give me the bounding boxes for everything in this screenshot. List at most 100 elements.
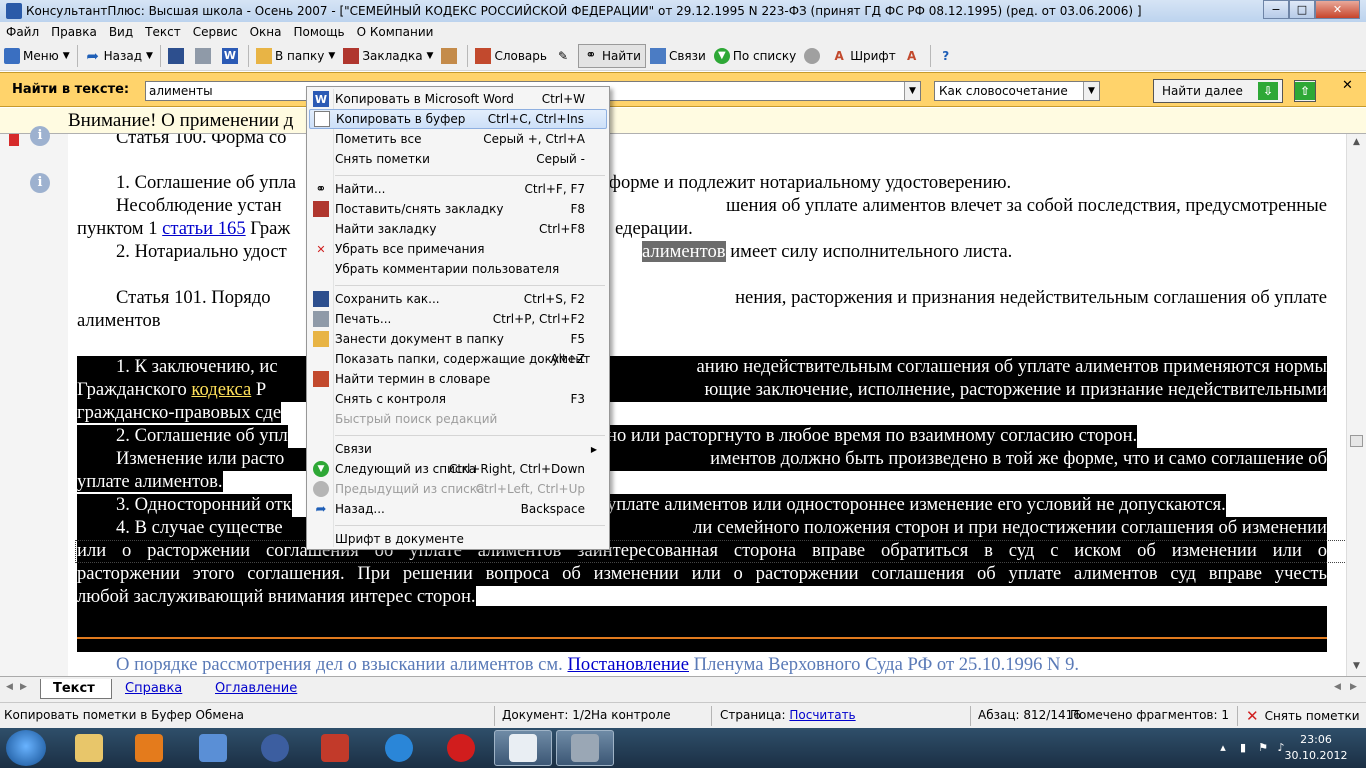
taskbar-ccleaner[interactable] [306,730,364,766]
arrow-down-icon: ⇩ [1258,82,1278,100]
menu-item-remove-notes[interactable]: ✕ Убрать все примечания [309,239,607,259]
reference-note: О порядке рассмотрения дел о взыскании а… [116,654,1080,675]
taskbar-ie[interactable] [370,730,428,766]
menu-item-find[interactable]: ⚭ Найти... Ctrl+F, F7 [309,179,607,199]
menu-windows[interactable]: Окна [244,25,288,39]
find-label: Найти [601,48,641,63]
civil-code-link[interactable]: кодекса [191,379,251,400]
tray-flag-icon[interactable]: ⚑ [1256,741,1270,755]
tray-network-icon[interactable]: ▮ [1236,741,1250,755]
scroll-thumb[interactable] [1350,435,1363,447]
close-button[interactable]: ✕ [1315,0,1360,19]
app-icon [6,3,22,19]
minimize-button[interactable]: − [1263,0,1289,19]
vertical-scrollbar[interactable]: ▲ ▼ [1346,134,1366,676]
prev-button[interactable] [800,44,827,68]
menu-service[interactable]: Сервис [187,25,244,39]
menu-item-show-folders[interactable]: Показать папки, содержащие документ Alt+Z [309,349,607,369]
menu-item-mark-all[interactable]: Пометить все Серый +, Ctrl+A [309,129,607,149]
menu-item-next-in-list[interactable]: ▼ Следующий из списка Ctrl+Right, Ctrl+Do… [309,459,607,479]
help-button[interactable]: ? [934,44,961,68]
menu-item-toggle-bookmark[interactable]: Поставить/снять закладку F8 [309,199,607,219]
menu-item-links[interactable]: Связи ▶ [309,439,607,459]
links-button[interactable]: Связи [646,44,710,68]
resolution-link[interactable]: Постановление [567,654,689,675]
font-button[interactable]: A Шрифт [827,44,900,68]
menu-help[interactable]: Помощь [287,25,350,39]
start-button[interactable] [6,730,46,766]
by-list-button[interactable]: ▼ По списку [710,44,800,68]
tray-expand-icon[interactable]: ▴ [1216,741,1230,755]
taskbar-explorer[interactable] [60,730,118,766]
close-icon[interactable]: ✕ [1342,78,1353,93]
chevron-down-icon[interactable]: ▼ [1083,82,1099,100]
menu-item-remove-user-comments[interactable]: Убрать комментарии пользователя [309,259,607,279]
menu-item-find-term[interactable]: Найти термин в словаре [309,369,607,389]
copy-button[interactable] [437,44,464,68]
menu-item-document-font[interactable]: Шрифт в документе [309,529,607,549]
menu-button[interactable]: Меню ▼ [0,44,74,68]
search-mode-select[interactable]: Как словосочетание ▼ [934,81,1100,101]
save-button[interactable] [164,44,191,68]
remove-marks-button[interactable]: ✕ Снять пометки [1242,705,1362,727]
prev-icon [804,47,821,64]
info-icon[interactable]: i [30,173,50,193]
scroll-up-icon[interactable]: ▲ [1347,134,1366,151]
chevron-down-icon[interactable]: ▼ [904,82,920,100]
hscroll-right-icon[interactable]: ▶ [1350,682,1357,692]
flag-icon[interactable] [9,134,19,146]
save-icon [167,47,184,64]
clock-date[interactable]: 30.10.2012 [1284,749,1348,762]
bookmark-button[interactable]: Закладка ▼ [339,44,437,68]
menu-edit[interactable]: Правка [45,25,103,39]
find-next-button[interactable]: Найти далее ⇩ [1153,79,1283,103]
menu-item-copy-to-word[interactable]: W Копировать в Microsoft Word Ctrl+W [309,89,607,109]
chevron-down-icon: ▼ [426,50,434,61]
status-bar: Копировать пометки в Буфер Обмена Докуме… [0,702,1366,728]
menu-item-print[interactable]: Печать... Ctrl+P, Ctrl+F2 [309,309,607,329]
selected-fragment: Гражданского кодекса Рющие заключение, и… [77,379,1327,402]
menu-file[interactable]: Файл [0,25,45,39]
taskbar-opera[interactable] [432,730,490,766]
tab-help[interactable]: Справка [125,679,182,699]
menu-item-find-bookmark[interactable]: Найти закладку Ctrl+F8 [309,219,607,239]
find-previous-button[interactable]: ⇧ [1294,80,1316,102]
taskbar-consultant[interactable] [556,730,614,766]
to-folder-button[interactable]: В папку ▼ [252,44,339,68]
menu-item-remove-from-monitoring[interactable]: Снять с контроля F3 [309,389,607,409]
info-icon[interactable]: i [30,126,50,146]
menu-view[interactable]: Вид [103,25,139,39]
pen-icon: ✎ [557,48,569,63]
taskbar-paint[interactable] [184,730,242,766]
back-button[interactable]: ➦ Назад ▼ [81,44,157,68]
maximize-button[interactable]: □ [1289,0,1315,19]
hscroll-left-icon[interactable]: ◀ [1334,682,1341,692]
menu-item-remove-marks[interactable]: Снять пометки Серый - [309,149,607,169]
remove-marks-label: Снять пометки [1264,709,1360,723]
tab-table-of-contents[interactable]: Оглавление [215,679,297,699]
tab-scroll-left-icon[interactable]: ◀ [6,682,13,692]
word-button[interactable]: W [218,44,245,68]
pen-button[interactable]: ✎ [551,44,578,68]
menu-about[interactable]: О Компании [351,25,440,39]
menu-item-save-as[interactable]: Сохранить как... Ctrl+S, F2 [309,289,607,309]
article-165-link[interactable]: статьи 165 [162,218,245,239]
taskbar-media-player[interactable] [120,730,178,766]
menu-item-add-to-folder[interactable]: Занести документ в папку F5 [309,329,607,349]
scroll-down-icon[interactable]: ▼ [1347,658,1366,675]
menu-item-back[interactable]: ➦ Назад... Backspace [309,499,607,519]
font-size-button[interactable]: A [900,44,927,68]
tab-scroll-right-icon[interactable]: ▶ [20,682,27,692]
clock-time[interactable]: 23:06 [1293,733,1339,746]
taskbar-documents[interactable] [494,730,552,766]
count-pages-link[interactable]: Посчитать [789,708,855,722]
tab-text[interactable]: Текст [40,679,112,699]
print-button[interactable] [191,44,218,68]
menu-item-copy-to-clipboard[interactable]: Копировать в буфер Ctrl+C, Ctrl+Ins [309,109,607,129]
remove-notes-icon: ✕ [316,242,326,256]
arrow-up-icon: ⇧ [1295,82,1315,100]
find-button[interactable]: ⚭ Найти [577,43,646,68]
taskbar-kmplayer[interactable] [246,730,304,766]
dictionary-button[interactable]: Словарь [471,44,551,68]
menu-text[interactable]: Текст [139,25,187,39]
